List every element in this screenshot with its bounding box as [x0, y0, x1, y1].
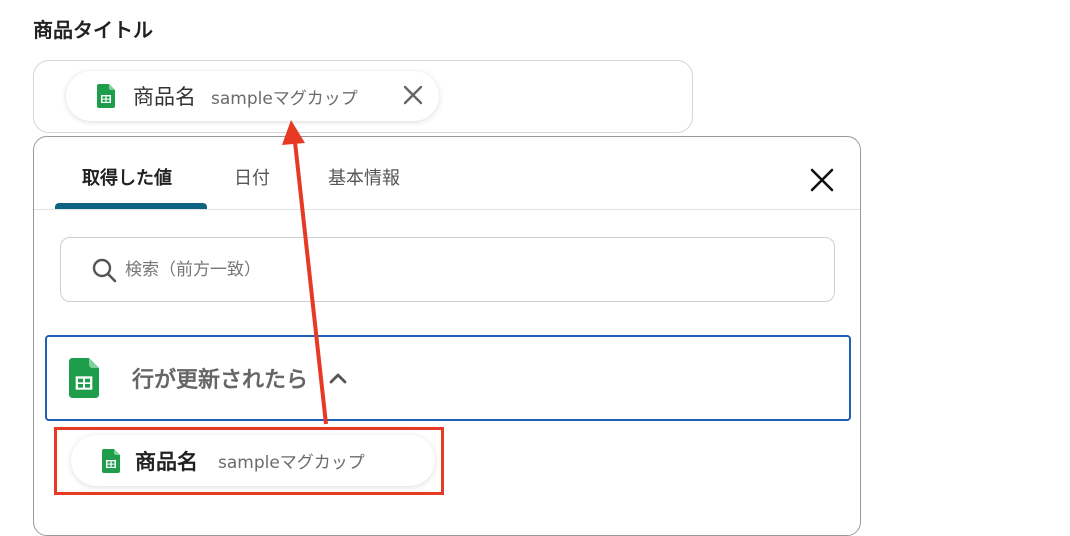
tab-retrieved-values[interactable]: 取得した値: [82, 164, 172, 190]
search-input[interactable]: [123, 258, 727, 281]
chip-value: sampleマグカップ: [211, 88, 358, 109]
search-field[interactable]: [60, 237, 835, 302]
tab-basic-info[interactable]: 基本情報: [328, 164, 400, 190]
close-icon[interactable]: [809, 167, 835, 193]
group-title: 行が更新されたら: [132, 368, 309, 393]
tab-bar: 取得した値 日付 基本情報: [34, 137, 860, 210]
list-item[interactable]: 商品名 sampleマグカップ: [71, 435, 435, 486]
close-icon[interactable]: [402, 84, 424, 106]
chevron-up-icon[interactable]: [328, 371, 348, 385]
chip-name: 商品名: [133, 85, 196, 109]
item-name: 商品名: [135, 449, 198, 474]
google-sheets-icon: [69, 358, 99, 398]
google-sheets-icon: [102, 448, 120, 473]
search-icon: [92, 258, 117, 282]
google-sheets-icon: [97, 84, 115, 108]
item-value: sampleマグカップ: [218, 453, 365, 473]
field-label: 商品タイトル: [33, 18, 153, 42]
value-chip[interactable]: 商品名 sampleマグカップ: [66, 71, 439, 121]
active-tab-indicator: [55, 203, 207, 209]
trigger-group-header[interactable]: 行が更新されたら: [45, 335, 851, 421]
tab-date[interactable]: 日付: [234, 164, 270, 190]
